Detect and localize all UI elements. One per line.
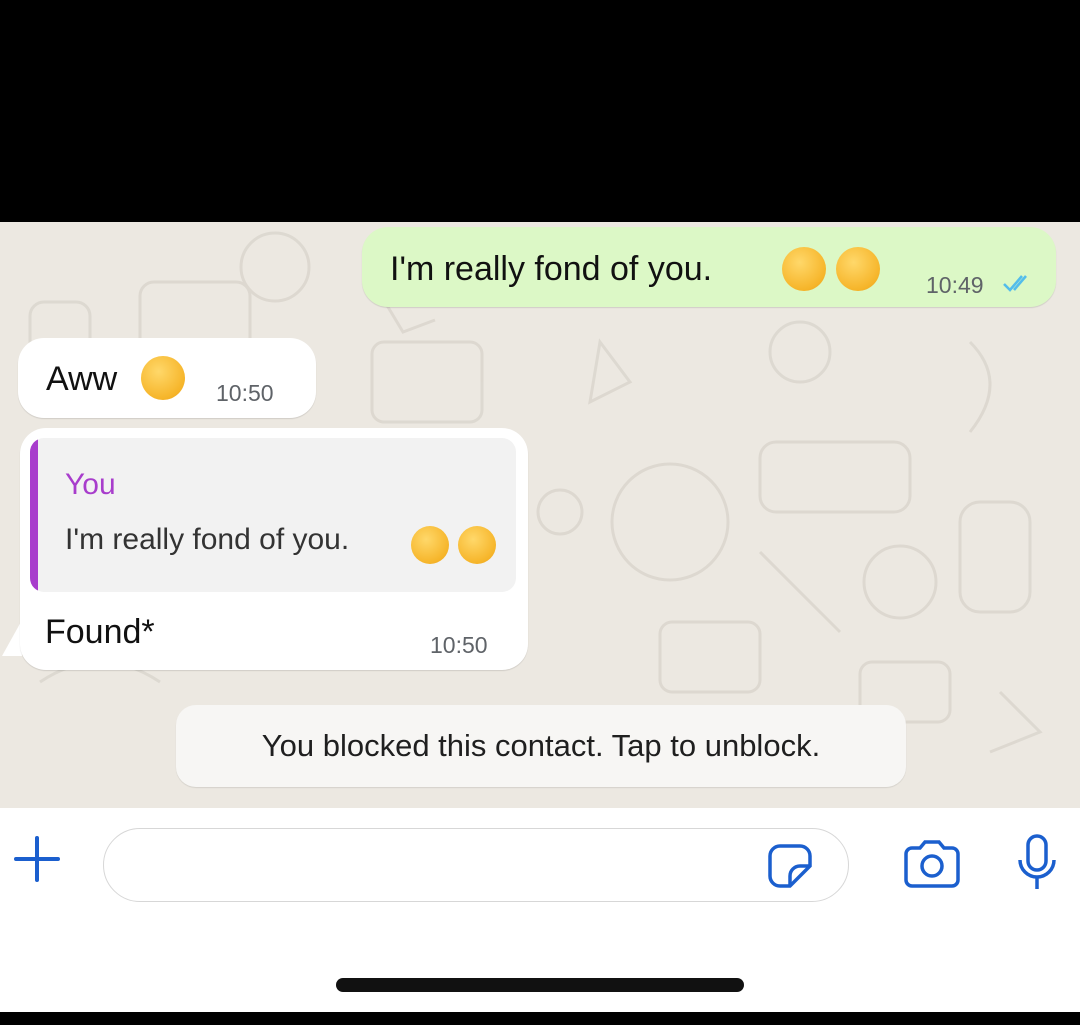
message-input[interactable] bbox=[103, 828, 849, 902]
camera-icon[interactable] bbox=[900, 838, 964, 892]
sticker-icon[interactable] bbox=[766, 842, 814, 890]
smiling-face-with-hearts-icon bbox=[836, 247, 880, 291]
quote-accent-bar bbox=[30, 438, 38, 592]
message-text: Aww bbox=[46, 360, 118, 398]
outgoing-message-bubble[interactable]: I'm really fond of you. 10:49 bbox=[362, 227, 1056, 307]
quote-text: I'm really fond of you. bbox=[65, 523, 350, 556]
home-indicator[interactable] bbox=[336, 978, 744, 992]
bubble-tail bbox=[2, 620, 22, 656]
incoming-message-bubble[interactable]: Aww 10:50 bbox=[18, 338, 316, 418]
message-text: Found* bbox=[45, 613, 155, 651]
incoming-reply-bubble[interactable]: You I'm really fond of you. Found* 10:50 bbox=[20, 428, 528, 670]
blocked-contact-notice[interactable]: You blocked this contact. Tap to unblock… bbox=[176, 705, 906, 787]
smiling-face-with-hearts-icon bbox=[458, 526, 496, 564]
bottom-bar bbox=[0, 1012, 1080, 1025]
microphone-icon[interactable] bbox=[1014, 832, 1060, 896]
smiling-face-with-hearts-icon bbox=[782, 247, 826, 291]
message-text: I'm really fond of you. bbox=[390, 250, 713, 288]
message-time: 10:50 bbox=[216, 380, 274, 406]
message-time: 10:50 bbox=[430, 632, 488, 658]
smiling-face-with-hearts-icon bbox=[411, 526, 449, 564]
quote-author: You bbox=[65, 468, 116, 501]
relieved-face-icon bbox=[141, 356, 185, 400]
plus-icon[interactable] bbox=[10, 832, 64, 886]
system-notice-text: You blocked this contact. Tap to unblock… bbox=[261, 728, 821, 763]
chat-area: I'm really fond of you. 10:49 Aww 10:50 … bbox=[0, 222, 1080, 808]
message-time: 10:49 bbox=[926, 272, 984, 298]
quoted-message[interactable]: You I'm really fond of you. bbox=[30, 438, 516, 592]
read-ticks-icon bbox=[1003, 275, 1027, 292]
